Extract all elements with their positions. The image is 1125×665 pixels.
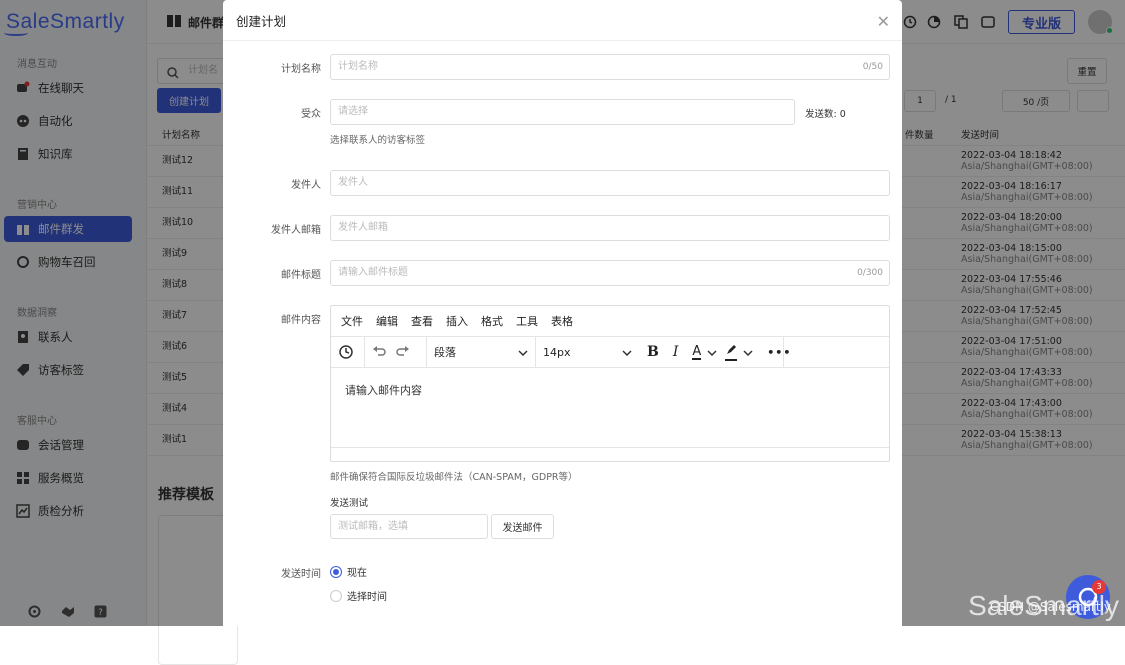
chevron-down-icon[interactable] (743, 346, 753, 359)
subject-input[interactable]: 请输入邮件标题 0/300 (330, 260, 890, 286)
watermark-text: CSDN @Salesmartly (989, 600, 1111, 614)
audience-select[interactable]: 请选择 (330, 99, 795, 125)
audience-label: 受众 (301, 109, 321, 120)
redo-icon[interactable] (396, 344, 410, 361)
text-color-icon[interactable]: A (692, 345, 702, 360)
menu-edit[interactable]: 编辑 (376, 313, 398, 329)
editor-body[interactable]: 请输入邮件内容 (331, 368, 889, 448)
sender-input[interactable]: 发件人 (330, 170, 890, 196)
highlight-icon[interactable] (725, 344, 738, 361)
close-icon[interactable]: ✕ (877, 12, 890, 31)
menu-tools[interactable]: 工具 (516, 313, 538, 329)
plan-name-counter: 0/50 (862, 62, 883, 72)
sender-email-label: 发件人邮箱 (271, 225, 321, 236)
toolbar-divider (783, 337, 784, 368)
editor-statusbar (331, 447, 889, 461)
plan-name-input[interactable]: 计划名称 0/50 (330, 54, 890, 80)
chevron-down-icon (622, 346, 632, 359)
radio-unchecked-icon (330, 589, 342, 602)
editor-toolbar: 段落 14px B I A ••• (331, 336, 889, 368)
font-size-select[interactable]: 14px (536, 337, 639, 368)
compliance-note: 邮件确保符合国际反垃圾邮件法（CAN-SPAM，GDPR等） (330, 472, 578, 483)
audience-hint: 选择联系人的访客标签 (330, 135, 426, 146)
subject-counter: 0/300 (857, 268, 883, 278)
radio-label: 选择时间 (347, 592, 387, 603)
sender-email-input[interactable]: 发件人邮箱 (330, 215, 890, 241)
menu-table[interactable]: 表格 (551, 313, 573, 329)
send-time-now-radio[interactable]: 现在 (330, 564, 367, 579)
radio-label: 现在 (347, 568, 367, 579)
chevron-down-icon (518, 346, 528, 359)
send-time-label: 发送时间 (281, 569, 321, 580)
font-size-value: 14px (543, 345, 571, 359)
menu-view[interactable]: 查看 (411, 313, 433, 329)
sender-label: 发件人 (291, 180, 321, 191)
subject-label: 邮件标题 (281, 270, 321, 281)
radio-checked-icon (330, 565, 342, 578)
plan-name-placeholder: 计划名称 (338, 61, 378, 72)
send-test-button[interactable]: 发送邮件 (491, 514, 554, 539)
more-icon[interactable]: ••• (767, 346, 791, 359)
bold-icon[interactable]: B (647, 344, 659, 360)
send-time-schedule-radio[interactable]: 选择时间 (330, 588, 387, 603)
rich-text-editor: 文件 编辑 查看 插入 格式 工具 表格 段落 14px B I A ••• 请… (330, 305, 890, 462)
menu-file[interactable]: 文件 (341, 313, 363, 329)
create-plan-modal: 创建计划 ✕ 计划名称 计划名称 0/50 受众 请选择 发送数: 0 选择联系… (223, 0, 902, 626)
undo-icon[interactable] (372, 344, 386, 361)
italic-icon[interactable]: I (673, 344, 679, 360)
plan-name-label: 计划名称 (281, 64, 321, 75)
block-format-value: 段落 (434, 346, 456, 359)
chevron-down-icon[interactable] (707, 346, 717, 359)
menu-insert[interactable]: 插入 (446, 313, 468, 329)
editor-menubar: 文件 编辑 查看 插入 格式 工具 表格 (331, 306, 889, 337)
subject-placeholder: 请输入邮件标题 (338, 267, 408, 278)
send-count: 发送数: 0 (805, 109, 846, 120)
undo-redo-group (365, 336, 427, 368)
menu-format[interactable]: 格式 (481, 313, 503, 329)
content-label: 邮件内容 (281, 315, 321, 326)
block-format-select[interactable]: 段落 (427, 336, 536, 368)
modal-title: 创建计划 (223, 0, 902, 41)
test-email-input[interactable]: 测试邮箱，选填 (330, 514, 488, 539)
test-send-label: 发送测试 (330, 498, 369, 509)
history-icon[interactable] (331, 336, 365, 368)
